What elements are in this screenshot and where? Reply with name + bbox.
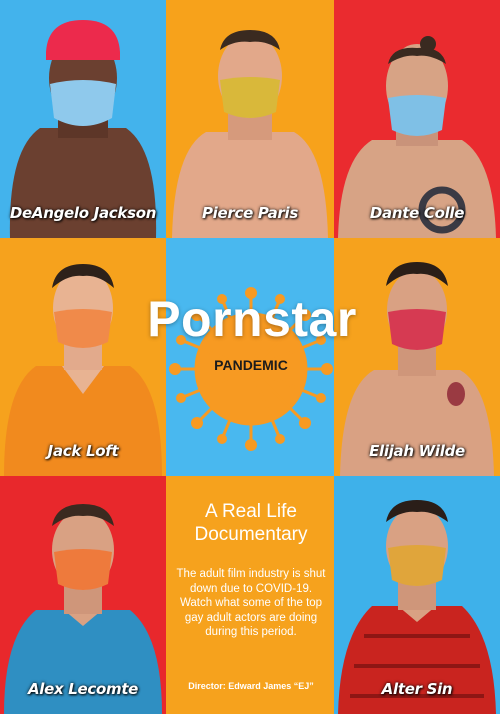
actor-name: Elijah Wilde <box>369 442 465 460</box>
actor-name: Dante Colle <box>369 204 465 222</box>
documentary-tagline: A Real Life Documentary <box>194 501 308 545</box>
actor-name: Jack Loft <box>47 442 119 460</box>
actor-panel-alex: Alex Lecomte <box>0 476 166 714</box>
director-credit: Director: Edward James “EJ” <box>188 681 314 691</box>
actor-name: Alex Lecomte <box>27 680 139 698</box>
actor-photo <box>4 264 162 476</box>
actor-name: Alter Sin <box>381 680 453 698</box>
actor-panel-deangelo: DeAngelo Jackson <box>0 0 166 238</box>
actor-photo <box>338 36 496 238</box>
actor-photo <box>338 500 496 714</box>
movie-poster: DeAngelo Jackson Pierce Paris Dante Coll… <box>0 0 500 714</box>
actor-panel-pierce: Pierce Paris <box>166 0 334 238</box>
actor-panel-dante: Dante Colle <box>334 0 500 238</box>
actor-panel-jack: Jack Loft <box>0 238 166 476</box>
documentary-description: The adult film industry is shut down due… <box>176 568 326 638</box>
actor-panel-alter: Alter Sin <box>334 476 500 714</box>
actor-photo <box>340 262 494 476</box>
actor-photo <box>172 30 328 238</box>
actor-photo <box>4 504 162 714</box>
poster-subtitle: PANDEMIC <box>214 357 288 373</box>
actor-panel-elijah: Elijah Wilde <box>334 238 500 476</box>
actor-name: DeAngelo Jackson <box>9 204 157 222</box>
poster-title: Pornstar <box>147 291 357 347</box>
actor-name: Pierce Paris <box>201 204 299 222</box>
actor-photo <box>9 20 157 238</box>
